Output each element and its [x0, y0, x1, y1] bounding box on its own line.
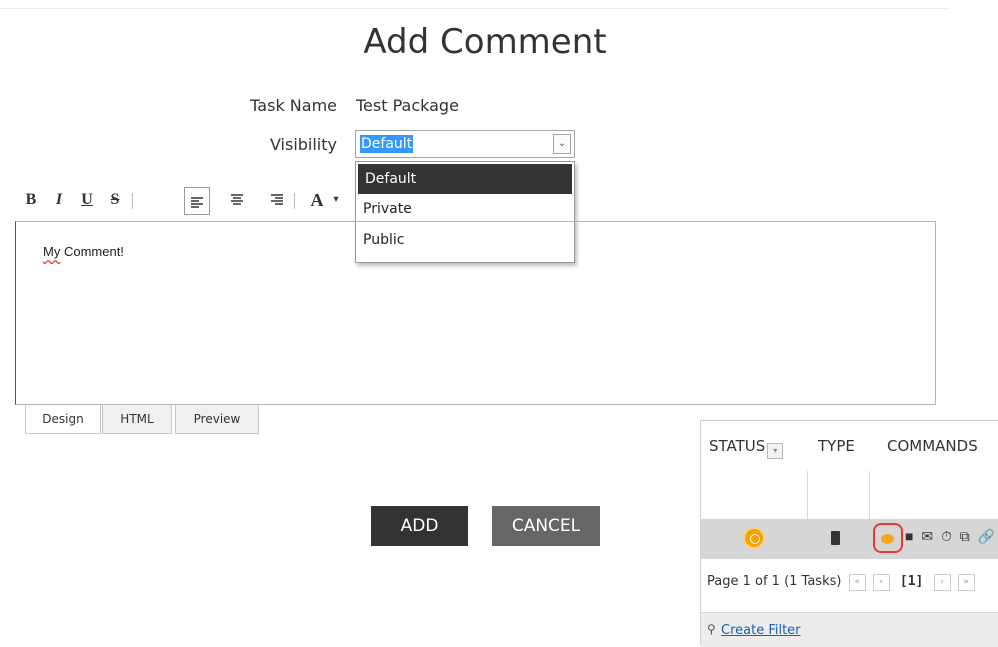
- underline-button[interactable]: U: [74, 185, 100, 215]
- last-page-icon[interactable]: »: [957, 574, 975, 591]
- filter-row: ⚲ Create Filter: [701, 612, 998, 647]
- tab-html[interactable]: HTML: [102, 405, 172, 434]
- visibility-option-default[interactable]: Default: [358, 164, 572, 194]
- column-divider: [869, 471, 870, 519]
- command-icons[interactable]: ■ ✉ ⏱ ⧉ 🔗: [905, 528, 997, 545]
- comment-text: My Comment!: [43, 244, 124, 259]
- column-header-status[interactable]: STATUS ▾: [709, 437, 784, 459]
- task-name-label: Task Name: [250, 96, 337, 115]
- comment-editor[interactable]: My Comment!: [15, 221, 936, 405]
- align-left-icon: [191, 197, 203, 209]
- tab-design[interactable]: Design: [25, 405, 101, 434]
- task-name-value: Test Package: [356, 96, 459, 115]
- status-in-progress-icon: [743, 527, 765, 549]
- visibility-select[interactable]: Default ⌄: [355, 130, 575, 158]
- status-filter-icon[interactable]: ▾: [767, 443, 784, 459]
- filter-funnel-icon: ⚲: [707, 622, 716, 636]
- align-left-button[interactable]: [184, 187, 210, 215]
- tab-preview[interactable]: Preview: [175, 405, 259, 434]
- strikethrough-button[interactable]: S: [102, 185, 128, 215]
- chevron-down-icon[interactable]: ⌄: [553, 134, 571, 154]
- table-row[interactable]: ■ ✉ ⏱ ⧉ 🔗: [701, 519, 998, 559]
- toolbar-separator: [294, 193, 295, 209]
- pager: Page 1 of 1 (1 Tasks) « ‹ [1] › »: [707, 574, 975, 591]
- font-color-button[interactable]: A: [304, 185, 330, 215]
- bold-button[interactable]: B: [18, 185, 44, 215]
- italic-button[interactable]: I: [46, 185, 72, 215]
- align-right-icon: [271, 194, 283, 206]
- column-divider: [807, 471, 808, 519]
- column-header-status-label: STATUS: [709, 437, 766, 455]
- page-title: Add Comment: [363, 22, 607, 62]
- column-header-commands[interactable]: COMMANDS: [887, 437, 978, 455]
- visibility-label: Visibility: [269, 135, 337, 154]
- align-center-button[interactable]: [224, 185, 250, 215]
- package-type-icon: [831, 531, 840, 545]
- top-divider: [0, 8, 950, 9]
- misspelled-word: My: [43, 244, 61, 259]
- task-list-panel: STATUS ▾ TYPE COMMANDS ■ ✉ ⏱ ⧉ 🔗 Page 1 o…: [700, 420, 998, 647]
- column-header-type[interactable]: TYPE: [818, 437, 855, 455]
- visibility-selected-value: Default: [360, 135, 414, 153]
- first-page-icon[interactable]: «: [848, 574, 866, 591]
- comment-bubble-icon[interactable]: [881, 534, 894, 544]
- cancel-button[interactable]: CANCEL: [492, 506, 600, 546]
- prev-page-icon[interactable]: ‹: [872, 574, 890, 591]
- pager-text: Page 1 of 1 (1 Tasks): [707, 574, 842, 589]
- align-center-icon: [231, 194, 243, 206]
- toolbar-separator: [132, 193, 133, 209]
- add-button[interactable]: ADD: [371, 506, 468, 546]
- align-right-button[interactable]: [264, 185, 290, 215]
- next-page-icon[interactable]: ›: [933, 574, 951, 591]
- create-filter-link[interactable]: Create Filter: [721, 623, 801, 638]
- current-page: [1]: [899, 574, 924, 589]
- font-color-caret-icon[interactable]: ▾: [330, 185, 342, 215]
- comment-text-rest: Comment!: [60, 244, 124, 259]
